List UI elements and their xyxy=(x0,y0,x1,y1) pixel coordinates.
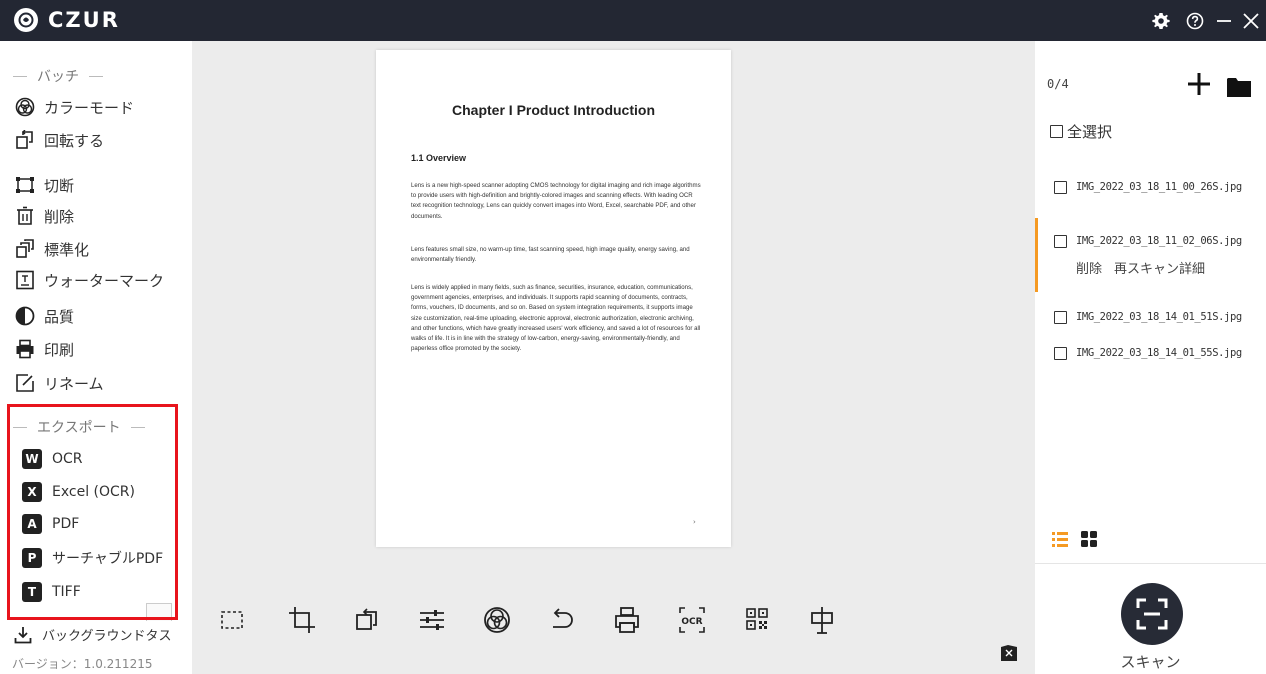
file-list-item[interactable]: IMG_2022_03_18_14_01_55S.jpg xyxy=(1035,339,1266,369)
detail-button[interactable]: 詳細 xyxy=(1179,262,1205,277)
file-checkbox[interactable] xyxy=(1054,235,1067,248)
rotate-tool-icon[interactable] xyxy=(350,598,384,642)
watermark-icon xyxy=(14,269,36,291)
file-name: IMG_2022_03_18_14_01_55S.jpg xyxy=(1076,347,1242,359)
file-list-item[interactable]: IMG_2022_03_18_11_00_26S.jpg xyxy=(1035,173,1266,203)
delete-label: 削除 xyxy=(44,207,75,226)
color-mode-icon xyxy=(14,96,36,118)
file-list-panel: 0/4 全選択 IMG_2022_03_18_11_00_26S.jpg IMG… xyxy=(1035,41,1266,674)
czur-logo: CZUR xyxy=(14,8,120,32)
document-paragraph: Lens is a new high-speed scanner adoptin… xyxy=(411,182,701,220)
crop-icon xyxy=(14,174,36,196)
rotate-button[interactable]: 回転する xyxy=(14,127,104,153)
document-title: Chapter I Product Introduction xyxy=(452,102,655,118)
grid-view-icon[interactable] xyxy=(1081,531,1097,547)
minimize-icon[interactable] xyxy=(1211,8,1237,34)
quality-button[interactable]: 品質 xyxy=(14,303,74,329)
document-section-heading: 1.1 Overview xyxy=(411,153,467,163)
rename-label: リネーム xyxy=(44,374,104,393)
logo-mark-icon xyxy=(14,8,38,32)
rescan-button[interactable]: 再スキャン xyxy=(1114,262,1179,277)
document-paragraph: Lens is widely applied in many fields, s… xyxy=(411,284,701,353)
select-all-box[interactable] xyxy=(1050,125,1063,138)
map-pin-corner-icon[interactable] xyxy=(1000,644,1018,662)
close-icon[interactable] xyxy=(1238,8,1264,34)
normalize-icon xyxy=(14,238,36,260)
add-icon[interactable] xyxy=(1186,71,1212,97)
qr-code-icon[interactable] xyxy=(740,598,774,642)
rename-button[interactable]: リネーム xyxy=(14,370,104,396)
undo-icon[interactable] xyxy=(545,598,579,642)
ocr-icon[interactable]: OCR xyxy=(675,598,709,642)
file-name: IMG_2022_03_18_14_01_51S.jpg xyxy=(1076,311,1242,323)
quality-label: 品質 xyxy=(44,307,75,326)
batch-header-label: バッチ xyxy=(37,69,79,85)
adjust-sliders-icon[interactable] xyxy=(415,598,449,642)
version-label: バージョン：1.0.211215 xyxy=(12,657,153,671)
file-name: IMG_2022_03_18_11_02_06S.jpg xyxy=(1076,235,1242,247)
file-checkbox[interactable] xyxy=(1054,181,1067,194)
select-all-checkbox[interactable]: 全選択 xyxy=(1050,121,1112,142)
crop-button[interactable]: 切断 xyxy=(14,172,74,198)
watermark-button[interactable]: ウォーターマーク xyxy=(14,267,164,293)
panel-divider xyxy=(1035,563,1266,564)
print-button[interactable]: 印刷 xyxy=(14,336,74,362)
file-checkbox[interactable] xyxy=(1054,311,1067,324)
color-mode-label: カラーモード xyxy=(44,98,135,117)
quality-icon xyxy=(14,305,36,327)
scan-button[interactable] xyxy=(1121,583,1183,645)
file-list-item-selected[interactable]: IMG_2022_03_18_11_02_06S.jpg 削除 再スキャン詳細 xyxy=(1035,218,1266,292)
document-paragraph: Lens features small size, no warm-up tim… xyxy=(411,246,690,264)
file-list-item[interactable]: IMG_2022_03_18_14_01_51S.jpg xyxy=(1035,303,1266,333)
rename-icon xyxy=(14,372,36,394)
help-icon[interactable] xyxy=(1182,8,1208,34)
file-actions: 削除 再スキャン詳細 xyxy=(1076,258,1217,277)
print-label: 印刷 xyxy=(44,340,75,359)
color-mode-button[interactable]: カラーモード xyxy=(14,94,134,120)
print-tool-icon[interactable] xyxy=(610,598,644,642)
file-checkbox[interactable] xyxy=(1054,347,1067,360)
select-all-label: 全選択 xyxy=(1067,123,1113,141)
rotate-icon xyxy=(14,129,36,151)
normalize-label: 標準化 xyxy=(44,240,90,259)
list-view-icon[interactable] xyxy=(1052,531,1068,547)
ocr-tool-label: OCR xyxy=(681,617,702,627)
watermark-label: ウォーターマーク xyxy=(44,271,165,290)
settings-gear-icon[interactable] xyxy=(1148,8,1174,34)
selection-count: 0/4 xyxy=(1047,77,1069,91)
document-preview[interactable]: Chapter I Product Introduction 1.1 Overv… xyxy=(376,50,731,547)
crop-label: 切断 xyxy=(44,176,75,195)
print-icon xyxy=(14,338,36,360)
download-icon xyxy=(14,626,32,643)
brand-name: CZUR xyxy=(48,8,120,32)
scan-icon xyxy=(1136,598,1168,630)
export-highlight-box xyxy=(7,404,178,620)
normalize-button[interactable]: 標準化 xyxy=(14,236,89,262)
batch-section-header: バッチ xyxy=(13,66,183,86)
scan-label: スキャン xyxy=(1120,653,1181,671)
delete-file-button[interactable]: 削除 xyxy=(1076,262,1102,277)
background-task-label: バックグラウンドタス xyxy=(42,629,172,644)
trash-icon xyxy=(14,205,36,227)
file-name: IMG_2022_03_18_11_00_26S.jpg xyxy=(1076,181,1242,193)
title-bar: CZUR xyxy=(0,0,1266,41)
select-area-icon[interactable] xyxy=(215,598,249,642)
color-mode-tool-icon[interactable] xyxy=(480,598,514,642)
crop-tool-icon[interactable] xyxy=(285,598,319,642)
delete-button[interactable]: 削除 xyxy=(14,203,74,229)
rotate-label: 回転する xyxy=(44,131,105,150)
stamp-icon[interactable] xyxy=(805,598,839,642)
folder-icon[interactable] xyxy=(1226,76,1252,98)
document-page-number: › xyxy=(693,518,696,526)
background-task-button[interactable]: バックグラウンドタス xyxy=(14,625,171,644)
